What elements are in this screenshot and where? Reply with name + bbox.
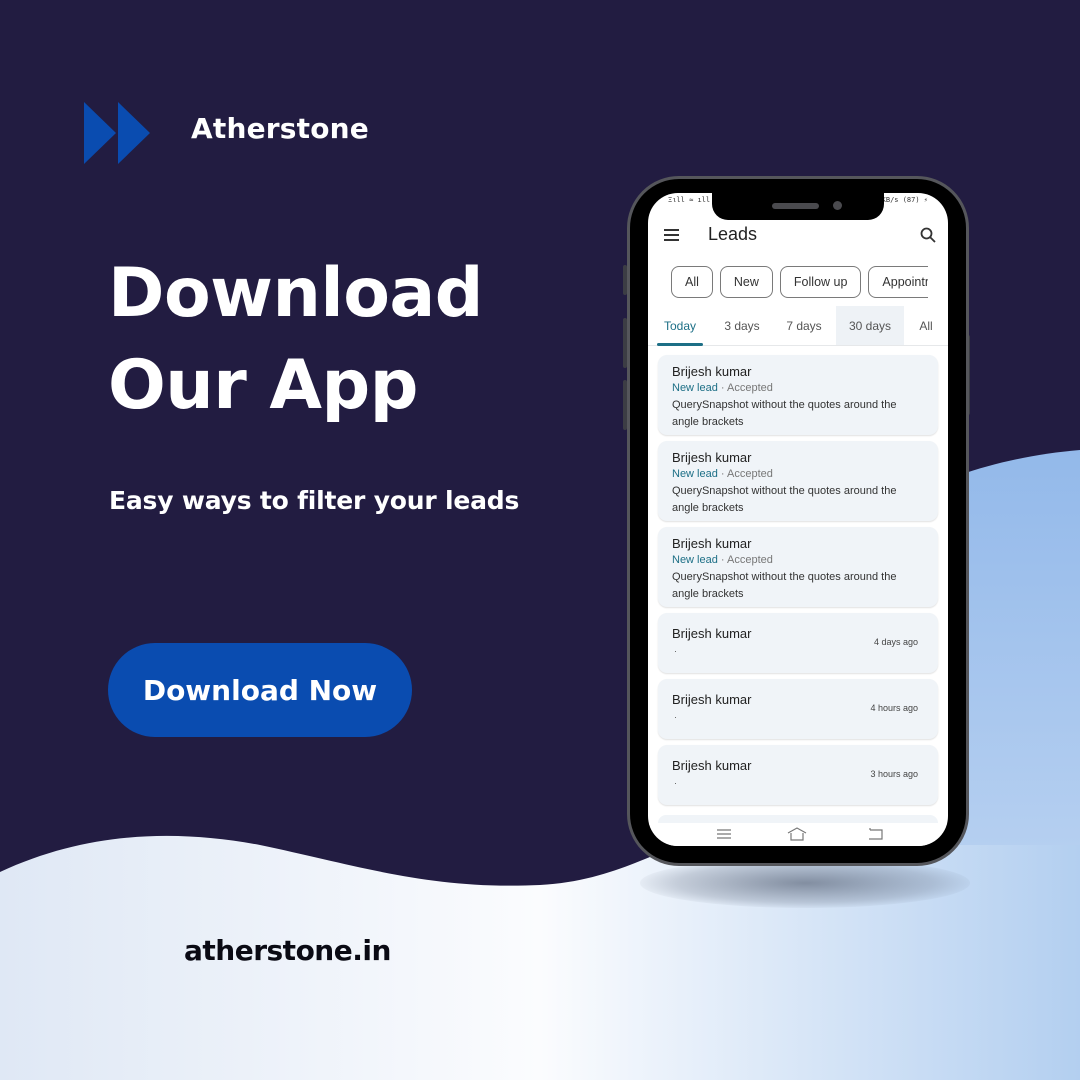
tab-3-days[interactable]: 3 days bbox=[712, 306, 772, 345]
tab-7-days[interactable]: 7 days bbox=[772, 306, 836, 345]
brand-name: Atherstone bbox=[191, 112, 369, 145]
filter-chip-appointment[interactable]: Appointm bbox=[868, 266, 928, 298]
lead-card[interactable]: Brijesh kumar · 4 hours ago bbox=[658, 679, 938, 739]
recent-apps-icon[interactable] bbox=[714, 827, 734, 841]
lead-name: Brijesh kumar bbox=[672, 364, 752, 379]
lead-card[interactable]: Brijesh kumar New lead · Accepted QueryS… bbox=[658, 355, 938, 435]
page-title: Download Our App bbox=[108, 248, 483, 432]
back-icon[interactable] bbox=[866, 827, 886, 841]
lead-card[interactable]: Brijesh kumar · 4 days ago bbox=[658, 613, 938, 673]
lead-dot: · bbox=[674, 778, 677, 788]
lead-card[interactable]: Brijesh kumar New lead · Accepted QueryS… bbox=[658, 527, 938, 607]
home-icon[interactable] bbox=[787, 827, 807, 841]
lead-status: New lead · Accepted bbox=[672, 468, 773, 480]
leads-list: Brijesh kumar New lead · Accepted QueryS… bbox=[658, 355, 938, 811]
android-nav-bar bbox=[648, 823, 948, 846]
filter-chip-new[interactable]: New bbox=[719, 266, 773, 298]
download-now-button[interactable]: Download Now bbox=[108, 643, 412, 737]
search-icon[interactable] bbox=[920, 227, 936, 243]
headline-line-1: Download bbox=[108, 254, 483, 333]
date-tabs: Today 3 days 7 days 30 days All bbox=[648, 306, 948, 346]
lead-time: 4 days ago bbox=[873, 637, 918, 647]
lead-description: QuerySnapshot without the quotes around … bbox=[672, 571, 897, 600]
lead-name: Brijesh kumar bbox=[672, 450, 752, 465]
lead-status: New lead · Accepted bbox=[672, 554, 773, 566]
lead-time: 3 hours ago bbox=[870, 769, 918, 779]
tab-today[interactable]: Today bbox=[648, 306, 712, 346]
lead-name: Brijesh kumar bbox=[672, 692, 752, 707]
meta-separator: · bbox=[717, 468, 728, 480]
phone-camera bbox=[833, 201, 842, 210]
lead-substatus: Accepted bbox=[727, 382, 773, 394]
phone-screen: Ξιll ≈ ıll 41 0.00 KB/s (87) ⚡ Leads All… bbox=[648, 193, 948, 846]
website-link[interactable]: atherstone.in bbox=[184, 934, 391, 967]
lead-substatus: Accepted bbox=[727, 554, 773, 566]
filter-chips: All New Follow up Appointm bbox=[671, 266, 928, 298]
filter-chip-follow-up[interactable]: Follow up bbox=[779, 266, 862, 298]
lead-name: Brijesh kumar bbox=[672, 626, 752, 641]
lead-name: Brijesh kumar bbox=[672, 536, 752, 551]
tab-all[interactable]: All bbox=[904, 306, 948, 345]
lead-dot: · bbox=[674, 646, 677, 656]
lead-description: QuerySnapshot without the quotes around … bbox=[672, 399, 897, 428]
lead-status-tag: New lead bbox=[672, 468, 718, 480]
lead-status: New lead · Accepted bbox=[672, 382, 773, 394]
app-bar: Leads bbox=[648, 219, 948, 251]
lead-card-partial bbox=[658, 815, 938, 823]
headline-line-2: Our App bbox=[108, 346, 418, 425]
subheading: Easy ways to filter your leads bbox=[109, 486, 520, 515]
lead-status-tag: New lead bbox=[672, 382, 718, 394]
lead-card[interactable]: Brijesh kumar · 3 hours ago bbox=[658, 745, 938, 805]
lead-status-tag: New lead bbox=[672, 554, 718, 566]
lead-name: Brijesh kumar bbox=[672, 758, 752, 773]
lead-card[interactable]: Brijesh kumar New lead · Accepted QueryS… bbox=[658, 441, 938, 521]
lead-substatus: Accepted bbox=[727, 468, 773, 480]
app-title: Leads bbox=[708, 224, 758, 244]
lead-dot: · bbox=[674, 712, 677, 722]
meta-separator: · bbox=[717, 382, 728, 394]
phone-speaker bbox=[772, 203, 819, 209]
hamburger-menu-icon[interactable] bbox=[664, 229, 679, 241]
tab-30-days[interactable]: 30 days bbox=[836, 306, 904, 345]
fast-forward-icon bbox=[84, 102, 150, 164]
meta-separator: · bbox=[717, 554, 728, 566]
lead-description: QuerySnapshot without the quotes around … bbox=[672, 485, 897, 514]
lead-time: 4 hours ago bbox=[870, 703, 918, 713]
filter-chip-all[interactable]: All bbox=[671, 266, 713, 298]
